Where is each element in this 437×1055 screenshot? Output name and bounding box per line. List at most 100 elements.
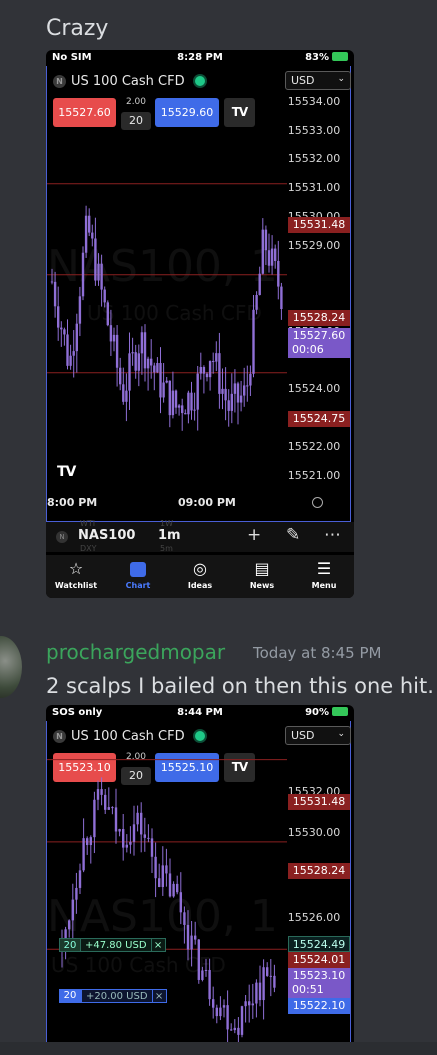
pencil-icon[interactable]: ✎ (286, 525, 300, 545)
candle (57, 286, 60, 341)
candle (244, 994, 247, 1023)
username[interactable]: prochargedmopar (46, 640, 225, 664)
candle (140, 802, 143, 853)
candle (269, 959, 272, 997)
attachment-image[interactable]: SOS only 8:44 PM 90% N US 100 Cash CFD U… (46, 705, 354, 1042)
candle (208, 958, 211, 1006)
settings-icon[interactable] (312, 497, 323, 508)
candle (237, 1017, 240, 1042)
tab-news[interactable]: ▤ News (232, 559, 292, 590)
candle (251, 983, 254, 1019)
message-text: Crazy (46, 16, 109, 41)
chart-icon (130, 562, 146, 577)
price-line-tag: 15528.24 (288, 310, 350, 326)
candle (174, 389, 178, 414)
candle (128, 332, 131, 410)
candle (258, 965, 262, 1007)
bar-countdown: 00:06 (292, 343, 324, 356)
current-price-tag: 15523.10 00:51 (288, 968, 350, 998)
candle (176, 875, 179, 895)
candle (125, 834, 128, 853)
candle (208, 360, 212, 391)
position-label[interactable]: 20 +20.00 USD × (59, 989, 167, 1003)
news-icon: ▤ (254, 559, 270, 578)
candle (71, 883, 74, 939)
candle (75, 313, 78, 373)
menu-icon: ☰ (316, 559, 332, 578)
avatar[interactable] (0, 636, 22, 698)
candle (140, 326, 144, 375)
candle (68, 919, 71, 938)
candle (255, 291, 258, 315)
candle (122, 813, 125, 861)
candle (186, 910, 190, 961)
chart-frame: N US 100 Cash CFD USD ⌄ 15527.60 2.00 20 … (46, 66, 351, 522)
candle (104, 788, 107, 814)
current-price-tag: 15527.60 00:06 (288, 328, 350, 358)
candle (158, 863, 161, 888)
star-icon: ☆ (68, 559, 84, 578)
candle (82, 818, 85, 873)
candle (221, 368, 224, 410)
price-line-tag: 15524.01 (288, 952, 350, 968)
candle (84, 205, 88, 258)
close-position-icon[interactable]: × (152, 989, 167, 1003)
timeframe-selector[interactable]: 1m (158, 528, 181, 543)
bar-countdown: 00:51 (292, 983, 324, 996)
candle (277, 240, 280, 300)
price-axis-label: 15529.00 (287, 239, 341, 252)
candle (118, 828, 121, 837)
battery-icon (332, 707, 348, 716)
position-label[interactable]: 20 +47.80 USD × (59, 938, 166, 952)
candle (181, 398, 184, 431)
price-axis-label: 15526.00 (287, 911, 341, 924)
candle (150, 828, 154, 873)
candle (222, 999, 226, 1018)
tab-watchlist[interactable]: ☆ Watchlist (46, 559, 106, 590)
candle (270, 235, 274, 275)
price-axis-label: 15531.00 (287, 181, 341, 194)
candle (89, 835, 92, 864)
candle (109, 309, 113, 356)
candle (184, 409, 187, 415)
battery-icon (332, 52, 348, 61)
add-icon[interactable]: + (247, 525, 261, 545)
candle (230, 1023, 233, 1031)
close-position-icon[interactable]: × (151, 938, 166, 952)
tradingview-logo: TV (57, 464, 76, 480)
more-icon[interactable]: ⋯ (324, 525, 341, 545)
candle (147, 824, 150, 843)
candle (88, 208, 91, 237)
candle (78, 863, 82, 894)
candle (134, 344, 137, 379)
price-line-tag: 15531.48 (288, 217, 350, 233)
position-price-tag: 15524.49 (288, 936, 350, 952)
time-axis-label: 8:00 PM (47, 496, 98, 509)
candle (190, 381, 193, 420)
message-text: 2 scalps I bailed on then this one hit. (46, 674, 434, 698)
candle (194, 921, 197, 945)
candle (218, 332, 221, 409)
tab-ideas[interactable]: ◎ Ideas (170, 559, 230, 590)
candle (161, 846, 164, 896)
candle (143, 817, 146, 852)
lightbulb-icon: ◎ (193, 559, 207, 578)
candle (171, 371, 175, 419)
tab-menu[interactable]: ☰ Menu (294, 559, 354, 590)
candle (172, 881, 175, 898)
candle (111, 806, 114, 815)
candle (246, 365, 249, 402)
chat-footer (0, 1042, 437, 1055)
candle (230, 373, 233, 424)
candle (86, 836, 89, 855)
candle (112, 327, 116, 352)
candle (146, 356, 150, 391)
candle (252, 295, 255, 378)
attachment-image[interactable]: No SIM 8:28 PM 83% N US 100 Cash CFD USD… (46, 50, 354, 598)
candle (153, 362, 156, 391)
symbol-selector[interactable]: NAS100 (78, 528, 135, 543)
candle (91, 224, 94, 247)
tab-chart[interactable]: Chart (108, 559, 168, 590)
message-timestamp: Today at 8:45 PM (253, 644, 382, 662)
candle (236, 381, 240, 425)
